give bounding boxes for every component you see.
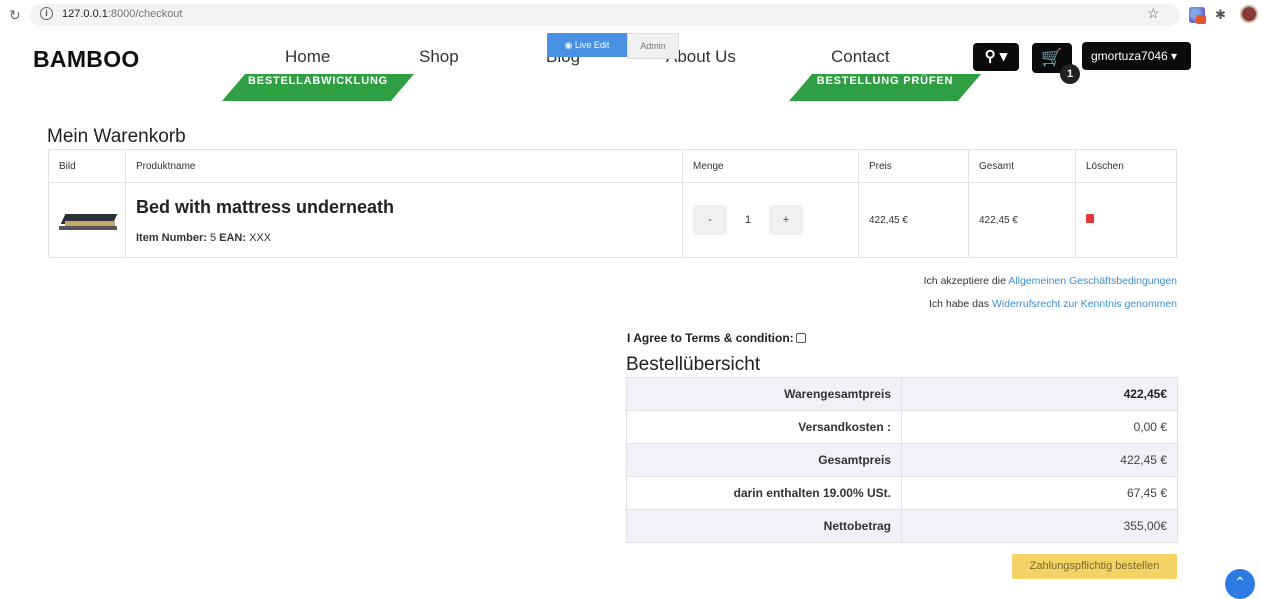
summary-title: Bestellübersicht: [626, 354, 761, 375]
cart-title: Mein Warenkorb: [47, 126, 186, 147]
quantity-stepper: - 1 +: [693, 205, 803, 235]
summary-table: Warengesamtpreis 422,45€ Versandkosten :…: [626, 377, 1178, 543]
place-order-button[interactable]: Zahlungspflichtig bestellen: [1012, 554, 1177, 579]
nav-home[interactable]: Home: [285, 47, 330, 67]
summary-value: 67,45 €: [901, 476, 1178, 510]
reload-icon[interactable]: ↻: [9, 7, 21, 24]
address-bar[interactable]: i 127.0.0.1:8000/checkout: [30, 4, 1180, 26]
cart-count-badge: 1: [1060, 64, 1080, 84]
product-image-cell: [48, 182, 126, 258]
summary-label: Nettobetrag: [626, 509, 902, 543]
summary-value: 355,00€: [901, 509, 1178, 543]
quantity-cell: - 1 +: [682, 182, 859, 258]
summary-label: Gesamtpreis: [626, 443, 902, 477]
nav-contact[interactable]: Contact: [831, 47, 890, 67]
summary-label: Versandkosten :: [626, 410, 902, 444]
summary-label: Warengesamtpreis: [626, 377, 902, 411]
header-product-name: Produktname: [125, 149, 683, 183]
summary-row: Warengesamtpreis 422,45€: [626, 377, 1178, 411]
summary-label: darin enthalten 19.00% USt.: [626, 476, 902, 510]
header-quantity: Menge: [682, 149, 859, 183]
bookmark-star-icon[interactable]: ☆: [1147, 5, 1160, 22]
browser-toolbar: ↻ i 127.0.0.1:8000/checkout ☆ ✱: [0, 0, 1261, 30]
summary-row: Gesamtpreis 422,45 €: [626, 443, 1178, 477]
summary-row: Versandkosten : 0,00 €: [626, 410, 1178, 444]
product-info-cell: Bed with mattress underneath Item Number…: [125, 182, 683, 258]
qty-minus-button[interactable]: -: [693, 214, 727, 226]
cart-row: Bed with mattress underneath Item Number…: [48, 182, 1177, 258]
summary-value: 422,45€: [901, 377, 1178, 411]
summary-value: 422,45 €: [901, 443, 1178, 477]
qty-plus-button[interactable]: +: [769, 214, 803, 226]
header-delete: Löschen: [1075, 149, 1177, 183]
summary-row: Nettobetrag 355,00€: [626, 509, 1178, 543]
delete-cell: [1075, 182, 1177, 258]
cart-header-row: Bild Produktname Menge Preis Gesamt Lösc…: [48, 149, 1177, 183]
cart-table: Bild Produktname Menge Preis Gesamt Lösc…: [48, 149, 1177, 258]
nav-shop[interactable]: Shop: [419, 47, 459, 67]
price-cell: 422,45 €: [858, 182, 969, 258]
header-total: Gesamt: [968, 149, 1076, 183]
summary-value: 0,00 €: [901, 410, 1178, 444]
header-price: Preis: [858, 149, 969, 183]
live-edit-button[interactable]: ◉ Live Edit: [547, 33, 627, 57]
step-banner-checkout: BESTELLABWICKLUNG: [222, 74, 414, 101]
total-cell: 422,45 €: [968, 182, 1076, 258]
agree-terms: I Agree to Terms & condition:: [627, 331, 806, 345]
search-dropdown-button[interactable]: ⚲ ▾: [973, 43, 1019, 71]
step-banner-review: BESTELLUNG PRÜFEN: [789, 74, 981, 101]
trash-icon[interactable]: [1086, 214, 1094, 223]
product-image[interactable]: [59, 206, 118, 234]
agree-terms-checkbox[interactable]: [795, 333, 806, 343]
terms-agb-line: Ich akzeptiere die Allgemeinen Geschäfts…: [923, 275, 1177, 287]
admin-button[interactable]: Admin: [627, 33, 679, 59]
search-icon: ⚲: [984, 48, 996, 65]
info-icon[interactable]: i: [40, 7, 53, 20]
withdrawal-link[interactable]: Widerrufsrecht zur Kenntnis genommen: [992, 298, 1177, 310]
url-text: 127.0.0.1:8000/checkout: [62, 8, 183, 20]
cart-icon: 🛒: [1041, 48, 1063, 67]
profile-avatar[interactable]: [1240, 5, 1258, 23]
extensions-puzzle-icon[interactable]: ✱: [1215, 7, 1226, 23]
scroll-top-button[interactable]: ⌃: [1225, 569, 1255, 599]
agb-link[interactable]: Allgemeinen Geschäftsbedingungen: [1008, 275, 1177, 287]
user-menu-button[interactable]: gmortuza7046 ▾: [1082, 42, 1191, 70]
product-meta: Item Number: 5 EAN: XXX: [136, 231, 272, 244]
extension-badge: [1196, 15, 1206, 24]
brand-logo[interactable]: BAMBOO: [33, 46, 140, 73]
header-image: Bild: [48, 149, 126, 183]
chevron-up-icon: ⌃: [1234, 574, 1246, 590]
qty-input[interactable]: 1: [727, 205, 769, 235]
summary-row: darin enthalten 19.00% USt. 67,45 €: [626, 476, 1178, 510]
terms-withdrawal-line: Ich habe das Widerrufsrecht zur Kenntnis…: [928, 298, 1177, 310]
product-name[interactable]: Bed with mattress underneath: [136, 197, 672, 218]
